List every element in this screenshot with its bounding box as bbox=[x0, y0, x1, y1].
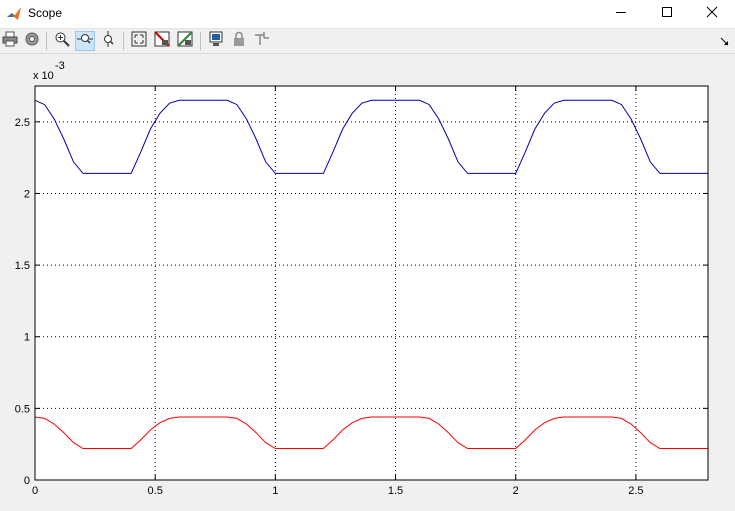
zoom-x-button[interactable] bbox=[75, 31, 95, 51]
floating-scope-icon bbox=[208, 31, 224, 52]
dock-arrow-icon[interactable] bbox=[720, 34, 730, 46]
scope-toolbar bbox=[0, 29, 735, 54]
y-tick-label: 2 bbox=[24, 188, 30, 200]
scope-window: Scope 0 0.5 1 1.5 2 2.5 0 0.5 1 1.5 2 2.… bbox=[0, 0, 735, 511]
y-exponent-power: -3 bbox=[55, 60, 65, 72]
x-tick-label: 2 bbox=[513, 485, 519, 497]
print-button[interactable] bbox=[0, 31, 20, 51]
zoom-in-icon bbox=[54, 31, 70, 52]
zoom-in-button[interactable] bbox=[52, 31, 72, 51]
restore-axes-icon bbox=[177, 31, 193, 52]
minimize-icon bbox=[615, 5, 627, 23]
lock-axes-button[interactable] bbox=[229, 31, 249, 51]
x-tick-label: 0.5 bbox=[148, 485, 163, 497]
x-tick-label: 0 bbox=[32, 485, 38, 497]
window-title: Scope bbox=[28, 6, 63, 20]
save-axes-icon bbox=[154, 30, 170, 52]
zoom-y-icon bbox=[100, 30, 116, 52]
restore-axes-button[interactable] bbox=[175, 31, 195, 51]
y-tick-label: 0 bbox=[24, 475, 30, 487]
x-tick-label: 1 bbox=[272, 485, 278, 497]
parameters-icon bbox=[24, 31, 40, 52]
save-axes-button[interactable] bbox=[152, 30, 172, 52]
axes-background[interactable] bbox=[35, 86, 708, 480]
zoom-x-icon bbox=[77, 31, 93, 52]
minimize-button[interactable] bbox=[598, 0, 644, 28]
title-bar[interactable]: Scope bbox=[0, 0, 735, 29]
y-tick-label: 0.5 bbox=[15, 403, 30, 415]
y-tick-label: 1 bbox=[24, 332, 30, 344]
parameters-button[interactable] bbox=[22, 31, 42, 51]
scope-plot[interactable]: 0 0.5 1 1.5 2 2.5 0 0.5 1 1.5 2 2.5 x 10-3 bbox=[0, 54, 735, 511]
x-tick-label: 1.5 bbox=[388, 485, 403, 497]
y-exponent-label: x 10 bbox=[33, 70, 54, 82]
autoscale-button[interactable] bbox=[129, 31, 149, 51]
autoscale-icon bbox=[131, 31, 147, 52]
y-tick-label: 2.5 bbox=[15, 117, 30, 129]
y-tick-label: 1.5 bbox=[15, 260, 30, 272]
zoom-y-button[interactable] bbox=[98, 30, 118, 52]
maximize-button[interactable] bbox=[644, 0, 690, 28]
close-icon bbox=[706, 5, 718, 23]
x-tick-label: 2.5 bbox=[628, 485, 643, 497]
signal-selection-icon bbox=[254, 31, 270, 52]
close-button[interactable] bbox=[689, 0, 735, 28]
print-icon bbox=[2, 31, 18, 52]
floating-scope-button[interactable] bbox=[206, 31, 226, 51]
plot-area[interactable]: 0 0.5 1 1.5 2 2.5 0 0.5 1 1.5 2 2.5 x 10 -3 bbox=[0, 54, 735, 511]
maximize-icon bbox=[661, 5, 673, 23]
matlab-app-icon bbox=[6, 6, 22, 22]
signal-selection-button[interactable] bbox=[252, 31, 272, 51]
lock-axes-icon bbox=[231, 31, 247, 52]
